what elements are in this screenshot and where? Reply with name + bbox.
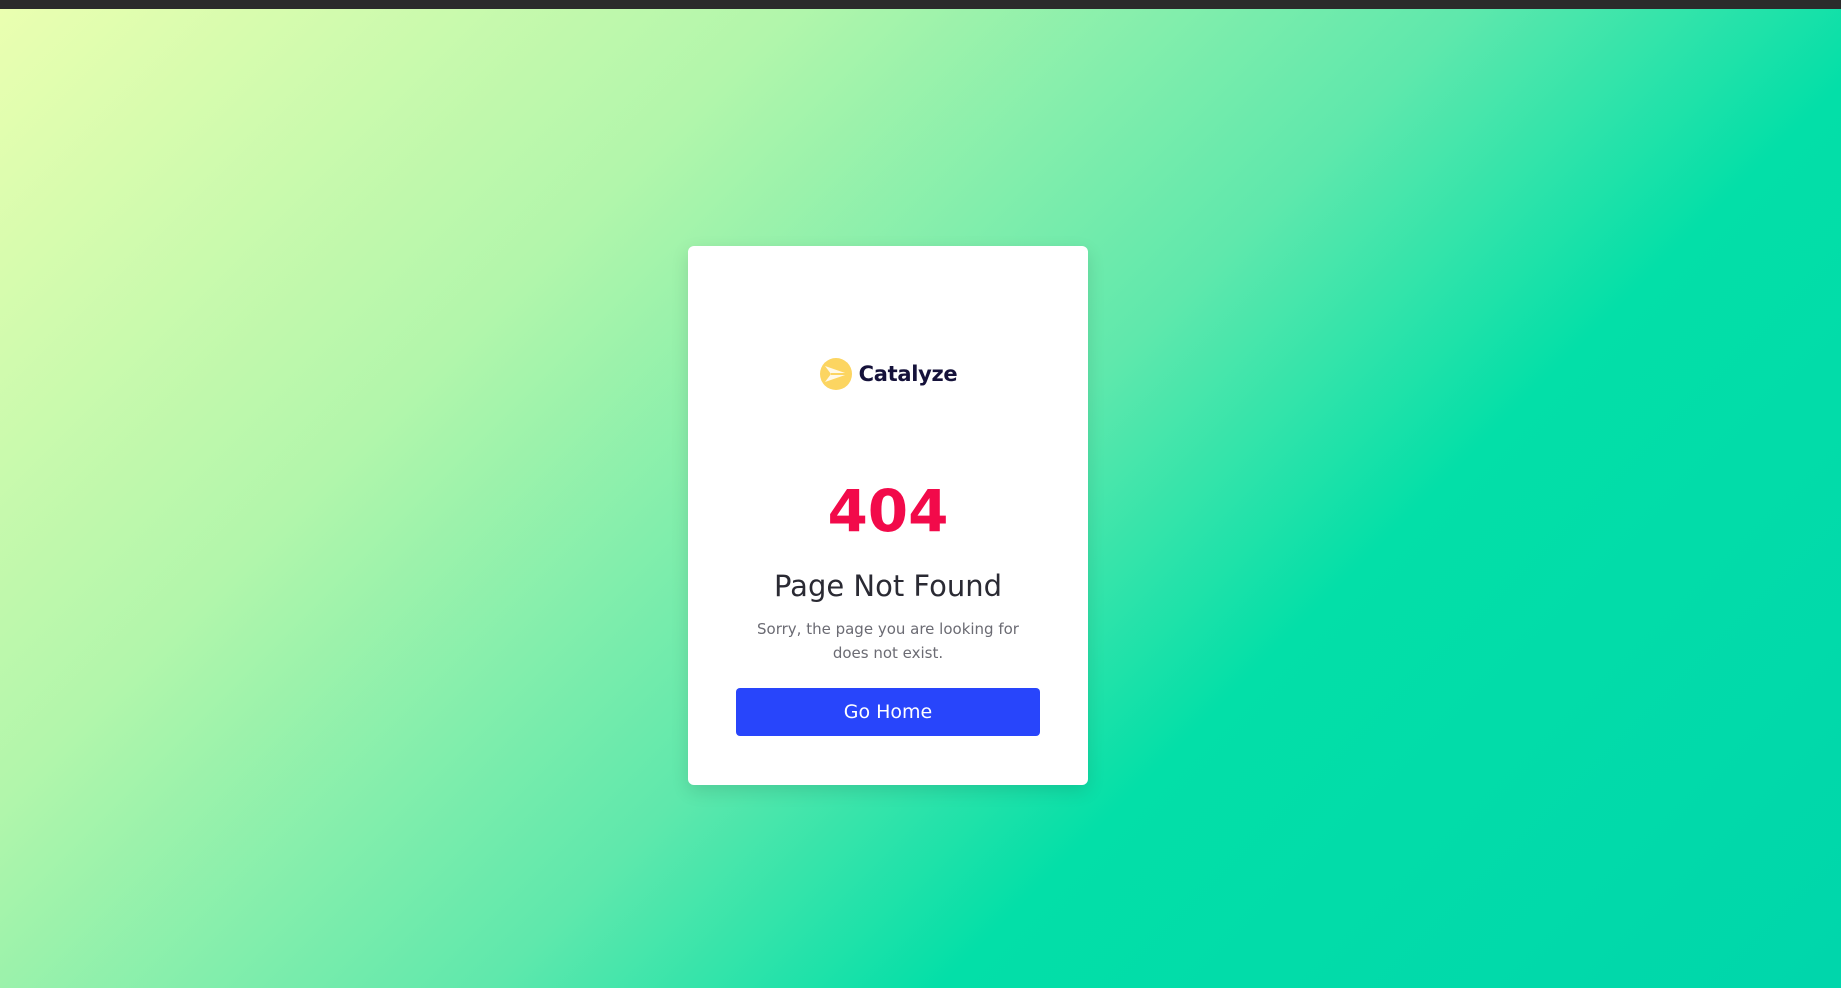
catalyze-logo-icon <box>819 358 852 390</box>
go-home-button[interactable]: Go Home <box>736 688 1040 736</box>
brand-logo: Catalyze <box>688 354 1088 394</box>
error-title: Page Not Found <box>773 569 1002 603</box>
browser-top-bar <box>0 0 1841 9</box>
brand-name: Catalyze <box>858 362 958 386</box>
error-code: 404 <box>827 477 949 545</box>
page-background: Catalyze 404 Page Not Found Sorry, the p… <box>0 9 1841 988</box>
error-message: Sorry, the page you are looking for does… <box>757 620 1019 662</box>
error-card: Catalyze 404 Page Not Found Sorry, the p… <box>688 246 1088 785</box>
